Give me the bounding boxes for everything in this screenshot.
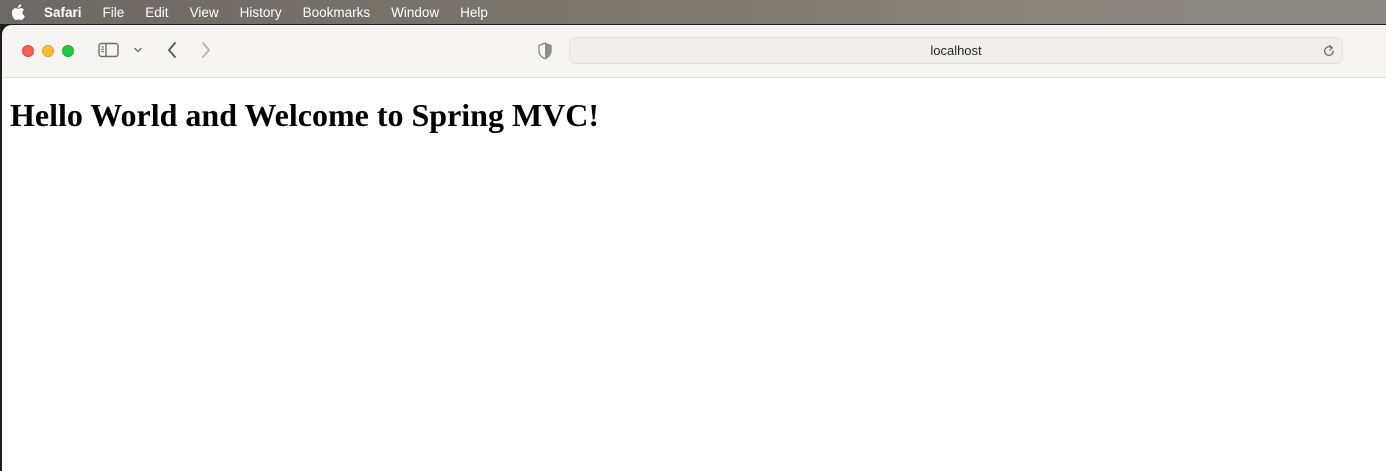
sidebar-icon[interactable]: [98, 41, 120, 59]
menu-window[interactable]: Window: [391, 5, 439, 20]
address-text[interactable]: localhost: [570, 43, 1342, 58]
chevron-right-icon[interactable]: [196, 40, 216, 60]
minimize-window-button[interactable]: [42, 45, 54, 57]
browser-window: localhost Hello World and Welcome to Spr…: [2, 25, 1386, 471]
menu-history[interactable]: History: [240, 5, 282, 20]
page-heading: Hello World and Welcome to Spring MVC!: [10, 97, 600, 133]
chevron-left-icon[interactable]: [162, 40, 182, 60]
menu-bookmarks[interactable]: Bookmarks: [303, 5, 371, 20]
menu-bar: Safari File Edit View History Bookmarks …: [0, 0, 1386, 24]
chevron-down-icon[interactable]: [132, 44, 144, 56]
menu-edit[interactable]: Edit: [145, 5, 168, 20]
close-window-button[interactable]: [22, 45, 34, 57]
menu-view[interactable]: View: [190, 5, 219, 20]
menu-file[interactable]: File: [103, 5, 125, 20]
maximize-window-button[interactable]: [62, 45, 74, 57]
address-bar[interactable]: localhost: [569, 37, 1343, 64]
shield-icon[interactable]: [536, 41, 554, 61]
menu-help[interactable]: Help: [460, 5, 488, 20]
page-content: Hello World and Welcome to Spring MVC!: [2, 78, 1386, 471]
apple-logo-icon[interactable]: [11, 4, 25, 20]
reload-icon[interactable]: [1321, 43, 1336, 58]
browser-toolbar: localhost: [2, 25, 1386, 78]
menu-safari[interactable]: Safari: [44, 5, 82, 20]
